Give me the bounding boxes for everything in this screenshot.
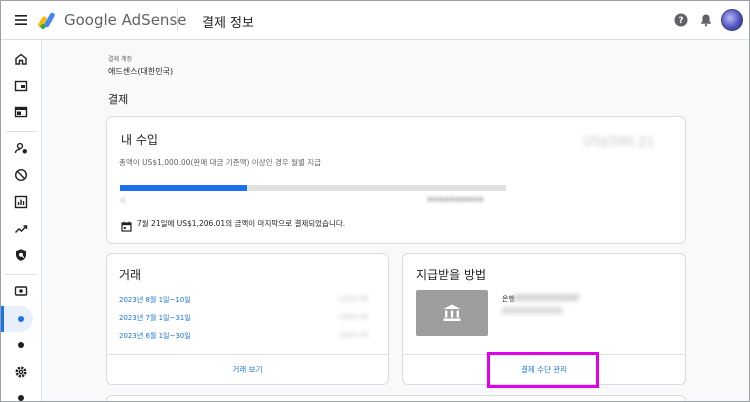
payment-method-title: 지급받을 방법 xyxy=(416,268,487,282)
bank-image xyxy=(416,290,488,336)
card-divider xyxy=(107,354,388,355)
avatar[interactable] xyxy=(721,9,743,31)
help-icon[interactable]: ? xyxy=(673,12,689,28)
payment-threshold-progress xyxy=(120,185,506,191)
transaction-row-period[interactable]: 2023년 6월 1일~30일 xyxy=(119,331,191,341)
menu-icon[interactable] xyxy=(11,10,31,30)
optimization-icon[interactable] xyxy=(14,222,28,236)
bank-icon xyxy=(443,304,461,321)
more-dot[interactable] xyxy=(18,395,24,401)
account-access-icon[interactable] xyxy=(14,141,28,155)
bank-label: 은행 xyxy=(502,295,515,303)
sites-icon[interactable] xyxy=(14,105,28,119)
adsense-logo-icon xyxy=(38,10,58,30)
ads-icon[interactable] xyxy=(14,79,28,93)
policy-icon[interactable] xyxy=(14,248,28,262)
progress-threshold-label: ■■■■■■■■■■ xyxy=(427,196,484,203)
view-transactions-link[interactable]: 거래 보기 xyxy=(107,364,388,375)
transaction-row-amount: US$0.00 xyxy=(339,313,369,321)
payments-info-dot[interactable] xyxy=(18,316,24,322)
account-name: 애드센스(대한민국) xyxy=(108,67,174,76)
app-window: Google AdSense 결제 정보 ? 결제 계정 애드센스(대한민국) … xyxy=(0,0,750,402)
payments-sub-dot[interactable] xyxy=(18,342,24,348)
transaction-row-period[interactable]: 2023년 7월 1일~31일 xyxy=(119,313,191,323)
earnings-title: 내 수입 xyxy=(121,133,158,147)
earnings-description: 총액이 US$1,000.00(판매 대금 기준액) 이상인 경우 월별 지급 xyxy=(119,158,322,167)
top-bar: Google AdSense 결제 정보 ? xyxy=(1,1,749,40)
account-label: 결제 계정 xyxy=(108,56,132,63)
sidebar-active-item[interactable] xyxy=(1,306,33,332)
reports-icon[interactable] xyxy=(14,195,28,209)
transaction-row-period[interactable]: 2023년 8월 1일~10일 xyxy=(119,295,191,305)
progress-fill xyxy=(120,185,248,191)
next-card xyxy=(106,395,686,401)
sidebar xyxy=(1,40,42,401)
earnings-amount: US$590.21 xyxy=(583,135,655,150)
sidebar-divider xyxy=(5,274,37,275)
earnings-card: 내 수입 US$590.21 총액이 US$1,000.00(판매 대금 기준액… xyxy=(106,116,686,244)
title-divider xyxy=(177,9,178,31)
svg-text:?: ? xyxy=(678,16,683,26)
home-icon[interactable] xyxy=(14,52,28,66)
brand-name: Google AdSense xyxy=(64,11,187,29)
transactions-title: 거래 xyxy=(119,268,142,282)
block-icon[interactable] xyxy=(14,168,28,182)
transaction-row-amount: US$0.00 xyxy=(339,295,369,303)
bank-details-redacted xyxy=(502,307,562,314)
highlight-box xyxy=(487,352,599,388)
bank-account-redacted xyxy=(514,294,579,301)
sidebar-active-indicator xyxy=(1,306,4,332)
section-title: 결제 xyxy=(108,93,129,106)
sidebar-divider xyxy=(5,131,37,132)
transaction-row-amount: US$0.00 xyxy=(339,331,369,339)
transactions-card: 거래 2023년 8월 1일~10일 US$0.00 2023년 7월 1일~3… xyxy=(106,253,389,385)
notifications-icon[interactable] xyxy=(698,12,714,28)
settings-icon[interactable] xyxy=(14,365,28,379)
main-content: 결제 계정 애드센스(대한민국) 결제 내 수입 US$590.21 총액이 U… xyxy=(42,40,749,401)
calendar-icon xyxy=(121,217,132,232)
page-title: 결제 정보 xyxy=(202,16,254,31)
last-payment-note: 7월 21일에 US$1,206.01의 금액이 마지막으로 결제되었습니다. xyxy=(137,219,346,228)
progress-label: 지 xyxy=(120,198,126,205)
payments-icon[interactable] xyxy=(14,284,28,298)
